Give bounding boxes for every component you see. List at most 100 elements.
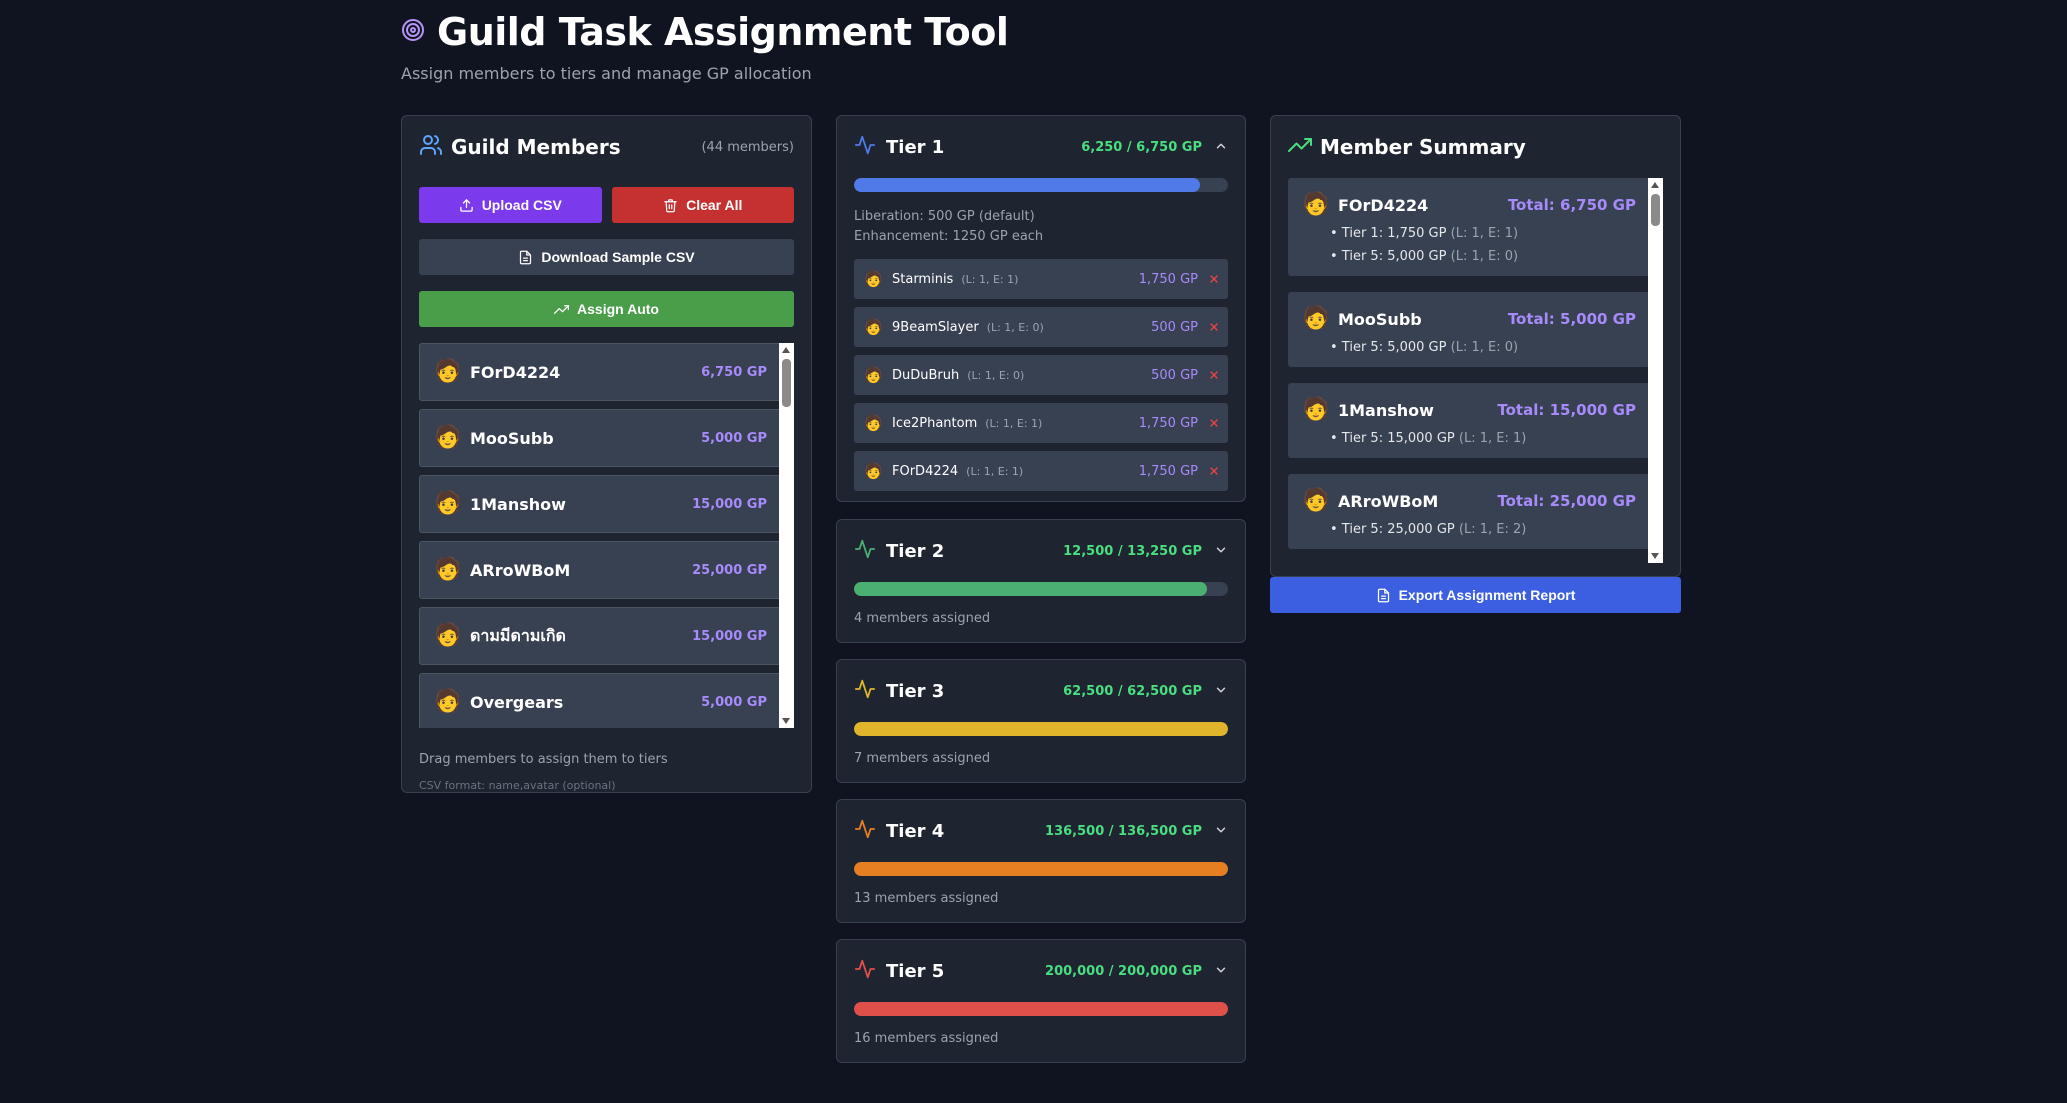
scroll-down-icon[interactable] <box>1651 553 1659 559</box>
tier-gp: 200,000 / 200,000 GP <box>1045 963 1202 979</box>
clear-all-button[interactable]: Clear All <box>611 187 794 223</box>
summary-line-text: • Tier 5: 5,000 GP <box>1330 340 1447 355</box>
export-report-button[interactable]: Export Assignment Report <box>1270 577 1681 613</box>
chevron-down-icon[interactable] <box>1202 962 1228 981</box>
member-gp: 15,000 GP <box>692 496 767 512</box>
member-name: Overgears <box>470 692 564 712</box>
avatar: 🧑 <box>1302 306 1330 331</box>
remove-icon[interactable] <box>1198 318 1220 337</box>
trending-up-icon <box>554 304 570 314</box>
avatar: 🧑 <box>864 414 883 432</box>
scroll-up-icon[interactable] <box>782 347 790 353</box>
avatar: 🧑 <box>434 689 462 714</box>
summary-line-levels: (L: 1, E: 1) <box>1458 431 1527 446</box>
tier-progress-bar <box>854 582 1228 596</box>
avatar: 🧑 <box>434 425 462 450</box>
summary-scrollbar[interactable] <box>1648 178 1663 563</box>
csv-format-hint: CSV format: name,avatar (optional) <box>419 779 616 792</box>
assigned-member[interactable]: 🧑 Ice2Phantom (L: 1, E: 1) 1,750 GP <box>854 403 1228 443</box>
users-icon <box>419 133 451 161</box>
tier-3-header[interactable]: Tier 3 62,500 / 62,500 GP <box>854 660 1228 722</box>
tier-member-count: 16 members assigned <box>854 1031 999 1046</box>
tier-2-header[interactable]: Tier 2 12,500 / 13,250 GP <box>854 520 1228 582</box>
assign-auto-label: Assign Auto <box>577 301 659 317</box>
guild-members-panel: Guild Members (44 members) Upload CSV Cl… <box>401 115 812 793</box>
chevron-down-icon[interactable] <box>1202 822 1228 841</box>
member-list-container: 🧑 FOrD4224 6,750 GP 🧑 MooSubb 5,000 GP 🧑… <box>419 343 794 728</box>
summary-line: • Tier 1: 1,750 GP (L: 1, E: 1) <box>1302 226 1636 241</box>
summary-line-levels: (L: 1, E: 0) <box>1450 340 1519 355</box>
remove-icon[interactable] <box>1198 462 1220 481</box>
assigned-gp: 1,750 GP <box>1138 271 1198 287</box>
members-count: (44 members) <box>701 139 794 155</box>
chevron-down-icon[interactable] <box>1202 542 1228 561</box>
assigned-member[interactable]: 🧑 FOrD4224 (L: 1, E: 1) 1,750 GP <box>854 451 1228 491</box>
assigned-name: DuDuBruh <box>892 367 960 383</box>
assigned-levels: (L: 1, E: 0) <box>986 320 1044 334</box>
tier-rules: Liberation: 500 GP (default) Enhancement… <box>854 207 1228 247</box>
assigned-member[interactable]: 🧑 9BeamSlayer (L: 1, E: 0) 500 GP <box>854 307 1228 347</box>
scroll-thumb[interactable] <box>1651 194 1660 226</box>
avatar: 🧑 <box>434 491 462 516</box>
avatar: 🧑 <box>1302 488 1330 513</box>
scroll-up-icon[interactable] <box>1651 182 1659 188</box>
member-name: 1Manshow <box>470 494 566 514</box>
assigned-levels: (L: 1, E: 1) <box>961 272 1019 286</box>
tier-5-header[interactable]: Tier 5 200,000 / 200,000 GP <box>854 940 1228 1002</box>
tier-4-header[interactable]: Tier 4 136,500 / 136,500 GP <box>854 800 1228 862</box>
activity-icon <box>854 818 886 844</box>
remove-icon[interactable] <box>1198 270 1220 289</box>
assigned-gp: 1,750 GP <box>1138 415 1198 431</box>
assign-auto-button[interactable]: Assign Auto <box>419 291 794 327</box>
summary-line-levels: (L: 1, E: 2) <box>1458 522 1527 537</box>
member-item[interactable]: 🧑 MooSubb 5,000 GP <box>419 409 781 467</box>
activity-icon <box>854 134 886 160</box>
upload-icon <box>459 198 473 212</box>
chevron-down-icon[interactable] <box>1202 682 1228 701</box>
member-item[interactable]: 🧑 ARroWBoM 25,000 GP <box>419 541 781 599</box>
avatar: 🧑 <box>434 359 462 384</box>
tier-member-count: 13 members assigned <box>854 891 999 906</box>
download-sample-csv-button[interactable]: Download Sample CSV <box>419 239 794 275</box>
scroll-thumb[interactable] <box>782 359 791 407</box>
summary-line: • Tier 5: 15,000 GP (L: 1, E: 1) <box>1302 431 1636 446</box>
summary-name: FOrD4224 <box>1338 195 1429 215</box>
tier-member-count: 7 members assigned <box>854 751 991 766</box>
summary-card: 🧑 MooSubb Total: 5,000 GP • Tier 5: 5,00… <box>1288 292 1650 367</box>
summary-line-text: • Tier 5: 15,000 GP <box>1330 431 1455 446</box>
activity-icon <box>854 958 886 984</box>
member-name: ดามมีดามเกิด <box>470 625 566 645</box>
summary-total: Total: 6,750 GP <box>1507 196 1636 214</box>
member-item[interactable]: 🧑 Overgears 5,000 GP <box>419 673 781 728</box>
tier-progress-bar <box>854 722 1228 736</box>
summary-total: Total: 5,000 GP <box>1507 310 1636 328</box>
clear-all-label: Clear All <box>686 197 743 213</box>
activity-icon <box>854 538 886 564</box>
chevron-up-icon[interactable] <box>1202 138 1228 157</box>
tier-gp: 62,500 / 62,500 GP <box>1063 683 1202 699</box>
member-item[interactable]: 🧑 FOrD4224 6,750 GP <box>419 343 781 401</box>
remove-icon[interactable] <box>1198 366 1220 385</box>
tier-gp: 6,250 / 6,750 GP <box>1081 139 1202 155</box>
tier-title: Tier 4 <box>886 820 945 842</box>
upload-csv-button[interactable]: Upload CSV <box>419 187 602 223</box>
assigned-name: Starminis <box>892 271 954 287</box>
tier-progress-fill <box>854 178 1201 192</box>
member-gp: 6,750 GP <box>701 364 767 380</box>
tier-1-header[interactable]: Tier 1 6,250 / 6,750 GP <box>854 116 1228 178</box>
tier-progress-bar <box>854 862 1228 876</box>
tier-progress-fill <box>854 862 1228 876</box>
scroll-down-icon[interactable] <box>782 718 790 724</box>
avatar: 🧑 <box>1302 397 1330 422</box>
member-gp: 5,000 GP <box>701 694 767 710</box>
member-item[interactable]: 🧑 1Manshow 15,000 GP <box>419 475 781 533</box>
assigned-member[interactable]: 🧑 DuDuBruh (L: 1, E: 0) 500 GP <box>854 355 1228 395</box>
tier-5-panel: Tier 5 200,000 / 200,000 GP 16 members a… <box>836 939 1246 1063</box>
member-item[interactable]: 🧑 ดามมีดามเกิด 15,000 GP <box>419 607 781 665</box>
remove-icon[interactable] <box>1198 414 1220 433</box>
tier-member-count: 4 members assigned <box>854 611 991 626</box>
assigned-member[interactable]: 🧑 Starminis (L: 1, E: 1) 1,750 GP <box>854 259 1228 299</box>
tier-3-panel: Tier 3 62,500 / 62,500 GP 7 members assi… <box>836 659 1246 783</box>
member-list-scrollbar[interactable] <box>779 343 794 728</box>
avatar: 🧑 <box>864 270 883 288</box>
